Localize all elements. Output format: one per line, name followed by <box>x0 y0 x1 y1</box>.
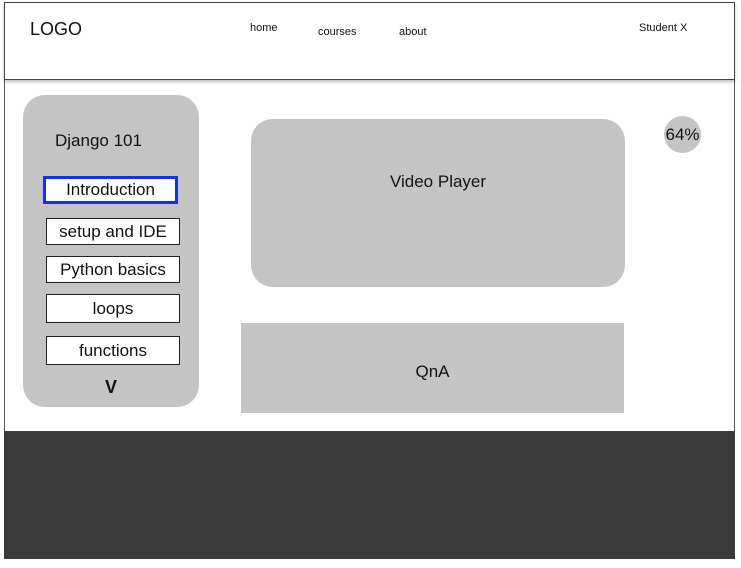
nav-home[interactable]: home <box>250 22 278 34</box>
lesson-python-basics[interactable]: Python basics <box>46 256 180 283</box>
lesson-setup-and-ide[interactable]: setup and IDE <box>46 218 180 245</box>
progress-badge: 64% <box>664 116 701 153</box>
footer <box>4 431 735 559</box>
qna-label: QnA <box>415 362 450 381</box>
expand-lessons-chevron[interactable]: V <box>23 377 199 398</box>
lesson-introduction[interactable]: Introduction <box>43 176 178 204</box>
nav-about[interactable]: about <box>399 26 427 38</box>
course-sidebar: Django 101 Introduction setup and IDE Py… <box>23 95 199 407</box>
lesson-functions[interactable]: functions <box>46 336 180 365</box>
video-player-label: Video Player <box>389 172 487 191</box>
top-header: LOGO home courses about Student X <box>4 2 735 80</box>
qna-panel[interactable]: QnA <box>241 323 624 413</box>
user-name[interactable]: Student X <box>639 22 687 34</box>
logo[interactable]: LOGO <box>30 19 82 40</box>
video-player[interactable]: Video Player <box>251 119 625 287</box>
nav-courses[interactable]: courses <box>318 26 357 38</box>
course-title: Django 101 <box>55 131 142 150</box>
lesson-loops[interactable]: loops <box>46 294 180 323</box>
